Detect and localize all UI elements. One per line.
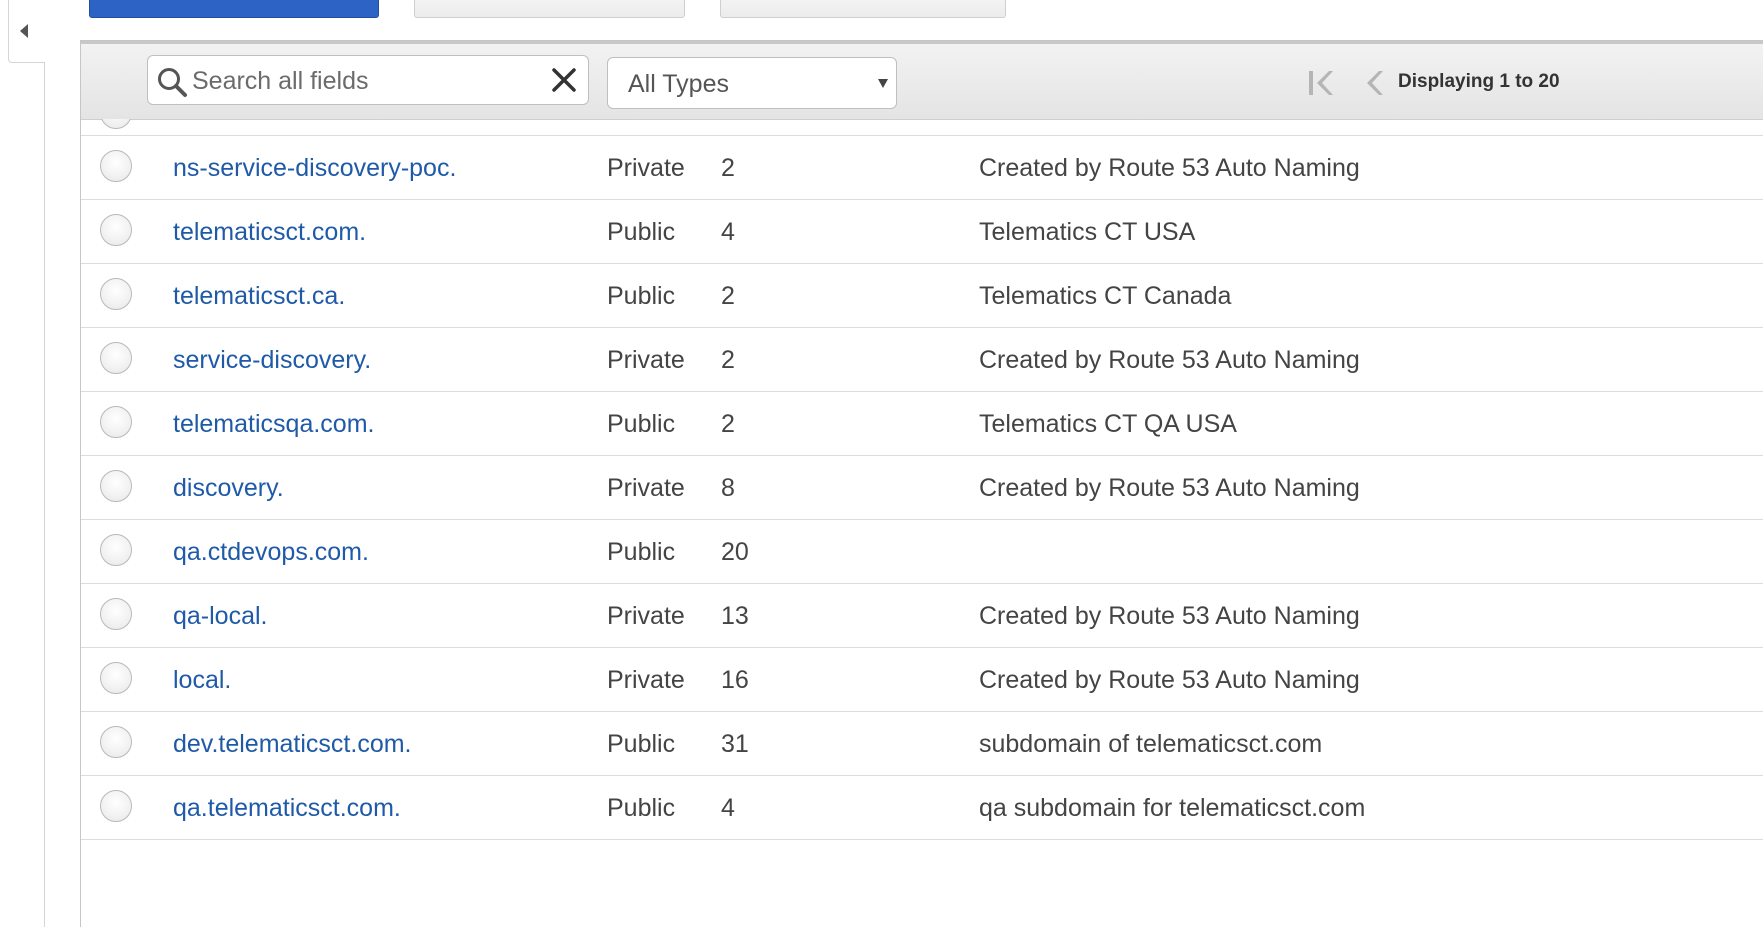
domain-name-link[interactable]: qa.telematicsct.com.	[173, 793, 401, 823]
record-set-count: 2	[721, 154, 735, 182]
record-set-count: 4	[721, 218, 735, 246]
domain-name-link[interactable]: qa-local.	[173, 601, 268, 631]
first-page-icon[interactable]	[1307, 68, 1337, 98]
zone-type: Private	[607, 346, 685, 374]
domain-name-link[interactable]: ns-service-discovery-poc.	[173, 153, 456, 183]
zone-comment: Telematics CT USA	[979, 218, 1196, 246]
domain-name-link[interactable]: telematicsqa.com.	[173, 409, 374, 439]
row-radio[interactable]	[100, 534, 132, 566]
page: All Types Displaying 1 to 20 ns-service-…	[0, 0, 1763, 927]
record-set-count: 2	[721, 410, 735, 438]
domain-name-link[interactable]: discovery.	[173, 473, 284, 503]
table-row[interactable]: local. Private 16 Created by Route 53 Auto …	[81, 648, 1763, 712]
table-row[interactable]: qa.ctdevops.com. Public 20	[81, 520, 1763, 584]
row-radio[interactable]	[100, 119, 132, 129]
zone-type: Private	[607, 154, 685, 182]
zone-comment: Telematics CT Canada	[979, 282, 1232, 310]
table-row-partial	[81, 119, 1763, 136]
search-icon	[158, 68, 187, 97]
zone-type: Public	[607, 218, 676, 246]
zone-comment: qa subdomain for telematicsct.com	[979, 794, 1366, 822]
zone-comment: Created by Route 53 Auto Naming	[979, 666, 1360, 694]
row-radio[interactable]	[100, 726, 132, 758]
record-set-count: 20	[721, 538, 749, 566]
domain-name-link[interactable]: telematicsct.com.	[173, 217, 366, 247]
zone-comment: Created by Route 53 Auto Naming	[979, 602, 1360, 630]
zone-type: Public	[607, 730, 676, 758]
domain-name-link[interactable]: dev.telematicsct.com.	[173, 729, 412, 759]
table-row[interactable]: qa-local. Private 13 Created by Route 53 Au…	[81, 584, 1763, 648]
record-set-count: 8	[721, 474, 735, 502]
domain-name-link[interactable]: local.	[173, 665, 231, 695]
zone-type: Public	[607, 282, 676, 310]
table-row[interactable]: telematicsct.com. Public 4 Telematics CT US…	[81, 200, 1763, 264]
record-set-count: 16	[721, 666, 749, 694]
left-rail	[0, 0, 45, 927]
collapse-panel-button[interactable]	[8, 0, 45, 63]
record-set-count: 31	[721, 730, 749, 758]
hosted-zones-table: All Types Displaying 1 to 20 ns-service-…	[80, 40, 1763, 927]
zone-comment: Telematics CT QA USA	[979, 410, 1237, 438]
search-input[interactable]	[192, 64, 532, 98]
table-row[interactable]: qa.telematicsct.com. Public 4 qa subdomain …	[81, 776, 1763, 840]
row-radio[interactable]	[100, 406, 132, 438]
row-radio[interactable]	[100, 790, 132, 822]
domain-name-link[interactable]: service-discovery.	[173, 345, 371, 375]
record-set-count: 4	[721, 794, 735, 822]
zone-type: Public	[607, 538, 676, 566]
table-toolbar: All Types Displaying 1 to 20	[81, 41, 1763, 120]
type-filter-select[interactable]: All Types	[607, 57, 897, 109]
chevron-left-icon	[20, 24, 28, 38]
zone-type: Private	[607, 602, 685, 630]
domain-name-link[interactable]: qa.ctdevops.com.	[173, 537, 369, 567]
row-radio[interactable]	[100, 598, 132, 630]
row-radio[interactable]	[100, 278, 132, 310]
domain-name-link[interactable]: telematicsct.ca.	[173, 281, 345, 311]
zone-type: Private	[607, 666, 685, 694]
table-row[interactable]: ns-service-discovery-poc. Private 2 Created…	[81, 136, 1763, 200]
clear-search-icon[interactable]	[550, 66, 578, 94]
row-radio[interactable]	[100, 150, 132, 182]
table-row[interactable]: telematicsct.ca. Public 2 Telematics CT Can…	[81, 264, 1763, 328]
zone-comment: subdomain of telematicsct.com	[979, 730, 1323, 758]
row-radio[interactable]	[100, 214, 132, 246]
row-radio[interactable]	[100, 662, 132, 694]
zone-comment: Created by Route 53 Auto Naming	[979, 154, 1360, 182]
search-box	[147, 55, 589, 105]
zone-type: Public	[607, 794, 676, 822]
go-to-record-sets-button[interactable]	[414, 0, 685, 18]
dropdown-caret-icon	[878, 79, 888, 88]
record-set-count: 2	[721, 346, 735, 374]
zone-comment: Created by Route 53 Auto Naming	[979, 474, 1360, 502]
table-row[interactable]: telematicsqa.com. Public 2 Telematics CT QA…	[81, 392, 1763, 456]
record-set-count: 2	[721, 282, 735, 310]
pagination-status: Displaying 1 to 20	[1398, 71, 1560, 92]
create-hosted-zone-button[interactable]	[89, 0, 379, 18]
row-list: ns-service-discovery-poc. Private 2 Created…	[81, 136, 1763, 840]
delete-hosted-zone-button[interactable]	[720, 0, 1006, 18]
zone-comment: Created by Route 53 Auto Naming	[979, 346, 1360, 374]
zone-type: Public	[607, 410, 676, 438]
zone-type: Private	[607, 474, 685, 502]
record-set-count: 13	[721, 602, 749, 630]
type-filter-value: All Types	[628, 70, 729, 98]
table-row[interactable]: discovery. Private 8 Created by Route 53 Au…	[81, 456, 1763, 520]
table-body: ns-service-discovery-poc. Private 2 Created…	[81, 119, 1763, 840]
previous-page-icon[interactable]	[1363, 68, 1385, 98]
table-row[interactable]: service-discovery. Private 2 Created by Rou…	[81, 328, 1763, 392]
row-radio[interactable]	[100, 342, 132, 374]
table-row[interactable]: dev.telematicsct.com. Public 31 subdomain o…	[81, 712, 1763, 776]
row-radio[interactable]	[100, 470, 132, 502]
